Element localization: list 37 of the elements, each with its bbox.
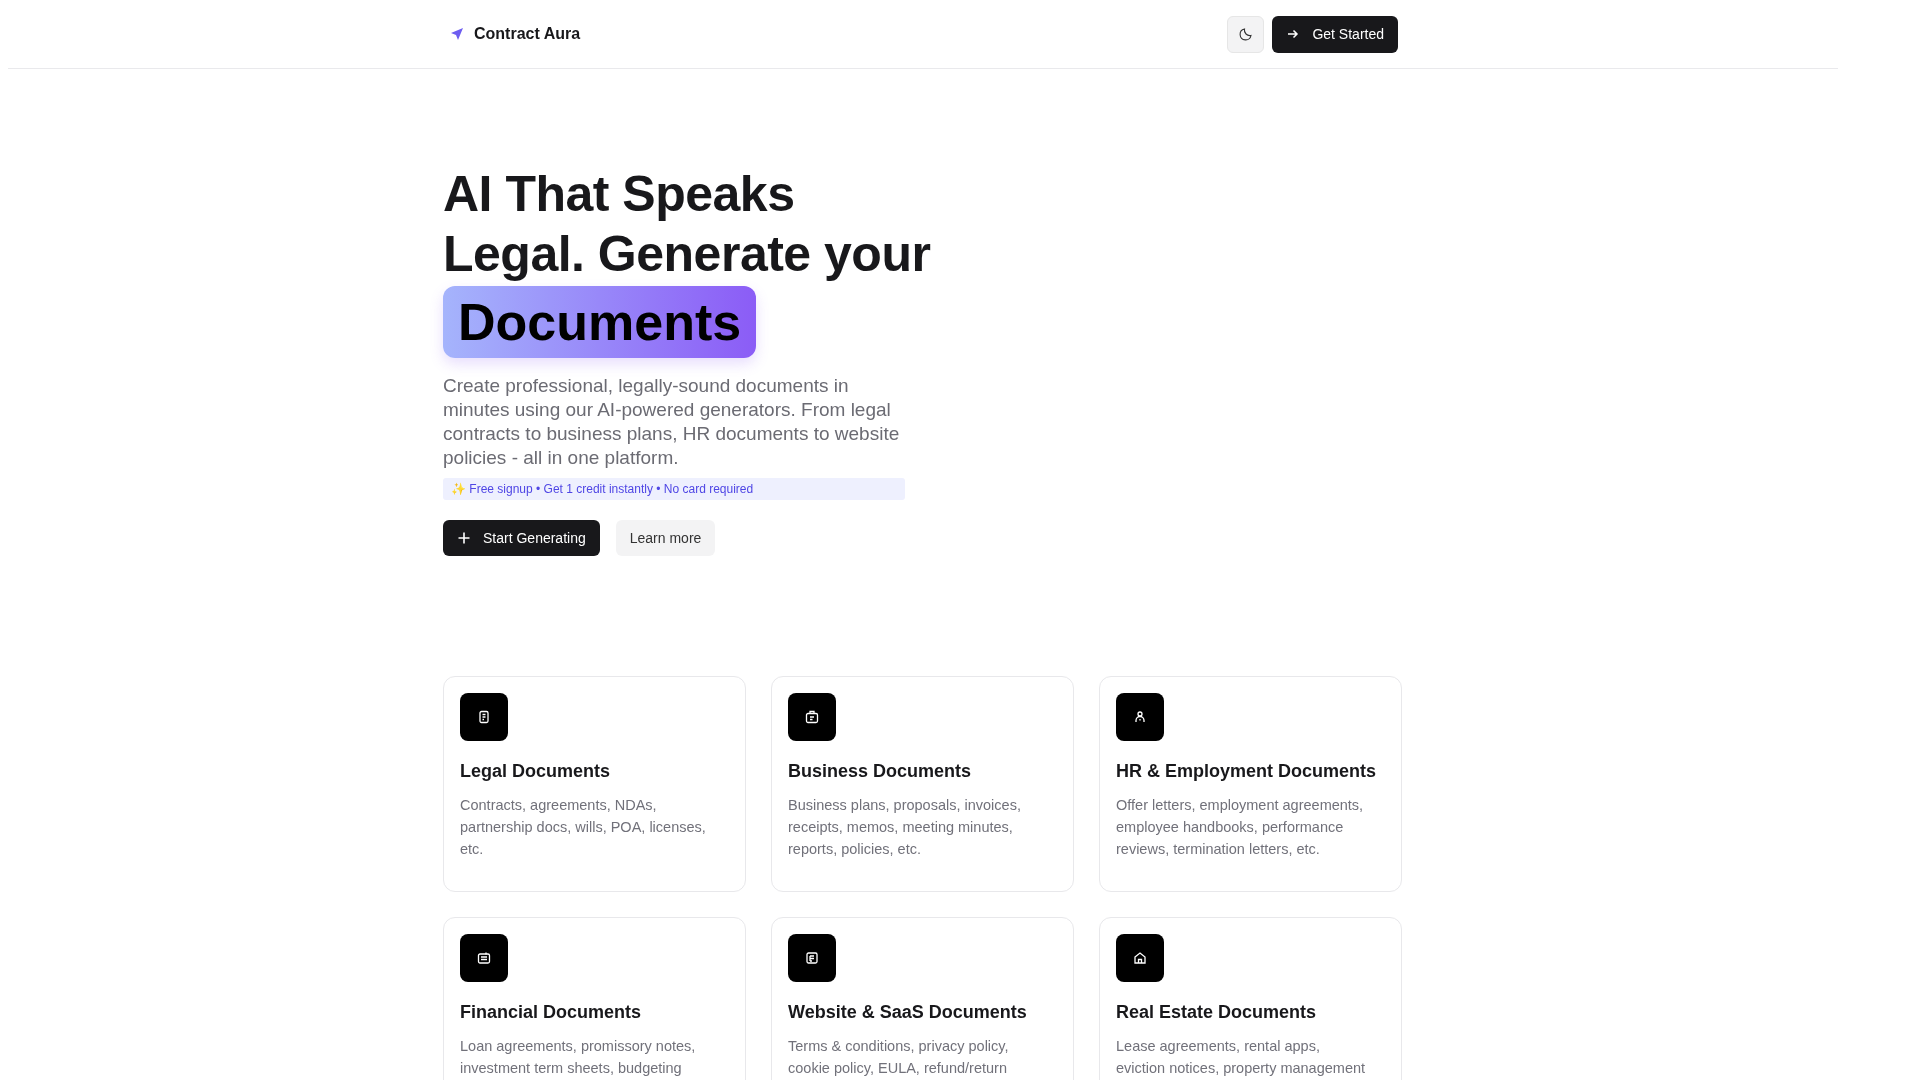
get-started-button[interactable]: Get Started: [1272, 15, 1398, 53]
category-title: HR & Employment Documents: [1116, 761, 1378, 782]
category-card[interactable]: Financial Documents Loan agreements, promissory notes, investment term sheets, budgeting: [443, 917, 746, 1080]
signup-badge: ✨ Free signup • Get 1 credit instantly • No card required: [443, 478, 905, 500]
category-title: Website & SaaS Documents: [788, 1002, 1028, 1023]
plus-icon: [457, 531, 471, 545]
category-card[interactable]: Legal Documents Contracts, agreements, NDAs, partnership docs, wills, POA, licenses, etc.: [443, 676, 746, 892]
category-description: Terms & conditions, privacy policy, cookie policy, EULA, refund/return: [788, 1037, 1010, 1078]
category-description: Contracts, agreements, NDAs, partnership docs, wills, POA, licenses, etc.: [460, 796, 707, 859]
arrow-right-icon: [1286, 27, 1301, 41]
category-card[interactable]: HR & Employment Documents Offer letters, employment agreements, employee handbooks, performance reviews, termination letters, etc.: [1099, 676, 1402, 892]
category-icon: [460, 934, 508, 982]
theme-toggle-button[interactable]: [1227, 15, 1265, 53]
category-description: Lease agreements, rental apps, eviction notices, property management: [1116, 1037, 1367, 1078]
category-description: Business plans, proposals, invoices, receipts, memos, meeting minutes, reports, policies, etc.: [788, 796, 1022, 859]
category-title: Legal Documents: [460, 761, 612, 782]
category-card[interactable]: Website & SaaS Documents Terms & conditions, privacy policy, cookie policy, EULA, refund/return: [771, 917, 1074, 1080]
brand-name[interactable]: Contract Aura: [474, 25, 581, 43]
learn-more-button[interactable]: Learn more: [615, 520, 716, 556]
category-icon: [1116, 693, 1164, 741]
moon-icon: [1237, 26, 1254, 42]
category-icon: [788, 934, 836, 982]
category-card[interactable]: Business Documents Business plans, proposals, invoices, receipts, memos, meeting minutes, reports, policies, etc.: [771, 676, 1074, 892]
hero-description: Create professional, legally-sound documents in minutes using our AI-powered generators. From legal contracts to business plans, HR documents to website policies - all in one platform.: [443, 374, 901, 470]
category-card[interactable]: Real Estate Documents Lease agreements, rental apps, eviction notices, property management: [1099, 917, 1402, 1080]
category-description: Loan agreements, promissory notes, investment term sheets, budgeting: [460, 1037, 697, 1078]
category-title: Real Estate Documents: [1116, 1002, 1318, 1023]
documents-highlight: Documents: [443, 286, 757, 358]
category-icon: [788, 693, 836, 741]
start-generating-button[interactable]: Start Generating: [443, 520, 600, 556]
paper-plane-icon: [450, 27, 464, 41]
category-description: Offer letters, employment agreements, employee handbooks, performance reviews, termination letters, etc.: [1116, 796, 1365, 859]
category-icon: [460, 693, 508, 741]
category-icon: [1116, 934, 1164, 982]
hero-title: AI That Speaks Legal. Generate your: [443, 165, 932, 284]
category-title: Business Documents: [788, 761, 973, 782]
category-title: Financial Documents: [460, 1002, 643, 1023]
